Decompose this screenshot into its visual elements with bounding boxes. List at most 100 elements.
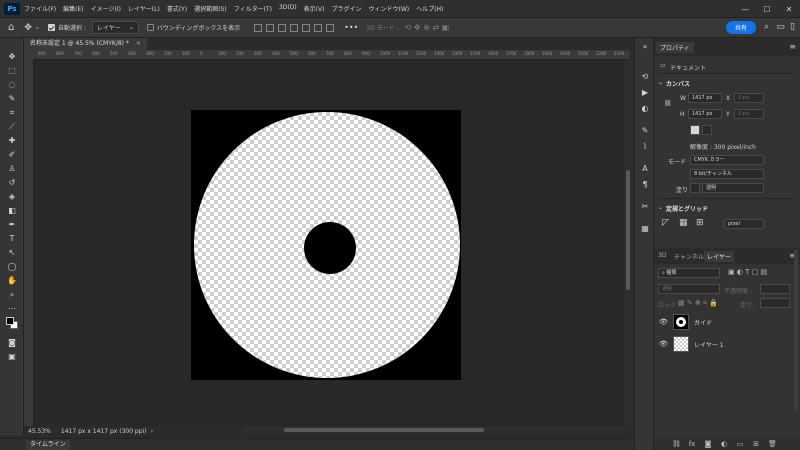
workspace-icon[interactable]: ▭ [775, 22, 786, 33]
canvas-collapse-icon[interactable]: ⌄ [658, 79, 663, 86]
layer-style-icon[interactable]: fx [688, 440, 696, 448]
path-select-tool-icon[interactable]: ↖ [6, 248, 18, 258]
visibility-eye-icon[interactable]: 👁 [659, 318, 668, 326]
visibility-eye-icon[interactable]: 👁 [659, 340, 668, 348]
maximize-button[interactable]: ☐ [756, 5, 778, 14]
history-brush-tool-icon[interactable]: ↺ [6, 178, 18, 188]
layer-row-guide[interactable]: 👁 ガイド [654, 312, 800, 332]
type-tool-icon[interactable]: T [6, 234, 18, 244]
distribute-icon[interactable] [326, 23, 335, 32]
pen-tool-icon[interactable]: ✒ [6, 220, 18, 230]
horizontal-ruler[interactable]: 900 800 700 600 500 400 300 200 100 0 100 200 300 400… [34, 50, 630, 60]
tab-layers[interactable]: レイヤー [704, 251, 734, 262]
eyedropper-tool-icon[interactable]: ⟋ [6, 122, 18, 132]
menu-item[interactable]: イメージ(I) [91, 4, 121, 13]
link-icon[interactable]: ⛓ [664, 100, 672, 107]
menu-item[interactable]: 3D(D) [279, 4, 297, 13]
bounding-box-checkbox[interactable]: バウンディングボックスを表示 [146, 23, 240, 32]
screen-mode-icon[interactable]: ▣ [6, 352, 18, 362]
search-icon[interactable]: ⌕ [761, 22, 772, 33]
stamp-tool-icon[interactable]: ♙ [6, 164, 18, 174]
link-layers-icon[interactable]: ⛓ [672, 440, 681, 448]
fill-select[interactable]: 透明 [702, 183, 764, 193]
auto-select-checkbox[interactable]: 自動選択 : [47, 23, 86, 32]
blend-mode-select[interactable]: 通常 [658, 284, 720, 294]
actions-panel-icon[interactable]: ▶ [639, 88, 651, 98]
opacity-field[interactable] [760, 284, 790, 294]
new-group-icon[interactable]: ▭ [736, 440, 744, 448]
auto-select-check-icon[interactable] [47, 24, 55, 31]
close-tab-icon[interactable]: × [136, 40, 141, 47]
canvas-area[interactable] [34, 60, 624, 426]
move-tool-icon[interactable]: ✥ [24, 23, 32, 33]
height-field[interactable]: 1417 px [688, 109, 722, 119]
zoom-level[interactable]: 45.53% [28, 428, 51, 435]
portrait-orientation-icon[interactable] [690, 125, 700, 135]
menu-item[interactable]: 選択範囲(S) [194, 4, 227, 13]
status-menu-chevron-icon[interactable]: › [151, 428, 153, 435]
document-tab[interactable]: 名称未設定 1 @ 45.5% (CMYK/8) * × [24, 38, 147, 50]
hand-tool-icon[interactable]: ✋ [6, 276, 18, 286]
foreground-color-swatch[interactable] [6, 317, 14, 325]
minimize-button[interactable]: — [734, 5, 756, 14]
align-right-icon[interactable] [278, 23, 287, 32]
lock-icons[interactable]: ▦ ✎ ✥ ⌗ 🔒 [678, 299, 718, 308]
menu-item[interactable]: ファイル(F) [24, 4, 56, 13]
quick-mask-icon[interactable]: ◙ [6, 338, 18, 348]
guides-icon[interactable]: ⊞ [696, 218, 704, 228]
tab-3d[interactable]: 3D [658, 252, 666, 259]
document-canvas[interactable] [191, 110, 461, 380]
more-tools-icon[interactable]: ⋯ [6, 304, 18, 314]
adjustment-layer-icon[interactable]: ◐ [720, 440, 728, 448]
home-icon[interactable]: ⌂ [8, 22, 14, 33]
grid-icon[interactable]: ▦ [679, 218, 688, 228]
menu-item[interactable]: ヘルプ(H) [416, 4, 443, 13]
crop-tool-icon[interactable]: ⌗ [6, 108, 18, 118]
filter-icons[interactable]: ▣ ◐ T ▢ ▤ [728, 268, 767, 276]
align-left-icon[interactable] [254, 23, 263, 32]
unit-select[interactable]: pixel [724, 219, 764, 229]
eraser-tool-icon[interactable]: ◈ [6, 192, 18, 202]
panel-menu-icon[interactable]: ≡ [789, 42, 796, 51]
lasso-tool-icon[interactable]: ◌ [6, 80, 18, 90]
layers-scrollbar[interactable] [794, 250, 798, 410]
brush-tool-icon[interactable]: ✐ [6, 150, 18, 160]
quick-select-tool-icon[interactable]: ✎ [6, 94, 18, 104]
delete-layer-icon[interactable]: 🗑 [768, 440, 777, 448]
horizontal-scroll-thumb[interactable] [284, 428, 484, 432]
align-center-icon[interactable] [266, 23, 275, 32]
add-mask-icon[interactable]: ◙ [704, 440, 712, 448]
align-middle-icon[interactable] [302, 23, 311, 32]
shape-tool-icon[interactable]: ◯ [6, 262, 18, 272]
timeline-tab[interactable]: タイムライン [26, 440, 70, 450]
layer-row-layer1[interactable]: 👁 レイヤー 1 [654, 334, 800, 354]
fill-swatch[interactable] [690, 183, 700, 193]
x-field[interactable]: 0 px [734, 93, 764, 103]
auto-select-target-select[interactable]: レイヤー ⌄ [91, 21, 139, 34]
tool-preset-chevron-icon[interactable]: ⌄ [35, 24, 40, 31]
vertical-scrollbar[interactable] [624, 60, 632, 426]
menu-item[interactable]: 表示(V) [304, 4, 325, 13]
menu-item[interactable]: フィルター(T) [234, 4, 272, 13]
more-options-icon[interactable]: ••• [344, 23, 358, 32]
tools-preset-icon[interactable]: ✂ [639, 202, 651, 212]
menu-item[interactable]: 編集(E) [63, 4, 83, 13]
history-panel-icon[interactable]: ⟲ [639, 72, 651, 82]
fill-opacity-field[interactable] [760, 298, 790, 308]
align-top-icon[interactable] [290, 23, 299, 32]
paragraph-panel-icon[interactable]: ¶ [639, 180, 651, 190]
new-layer-icon[interactable]: ⊞ [752, 440, 760, 448]
vertical-ruler[interactable] [24, 60, 34, 426]
menu-item[interactable]: レイヤー(L) [128, 4, 160, 13]
vertical-scroll-thumb[interactable] [626, 170, 630, 290]
move-tool-icon[interactable]: ✥ [6, 52, 18, 62]
adjustments-panel-icon[interactable]: ◐ [639, 104, 651, 114]
gradient-tool-icon[interactable]: ◧ [6, 206, 18, 216]
bit-depth-select[interactable]: 8 bit/チャンネル [690, 169, 764, 179]
collapse-icon[interactable]: » [639, 42, 651, 52]
menu-item[interactable]: ウィンドウ(W) [368, 4, 409, 13]
align-bottom-icon[interactable] [314, 23, 323, 32]
width-field[interactable]: 1417 px [688, 93, 722, 103]
rulers-collapse-icon[interactable]: ⌄ [658, 204, 663, 211]
y-field[interactable]: 0 px [734, 109, 764, 119]
